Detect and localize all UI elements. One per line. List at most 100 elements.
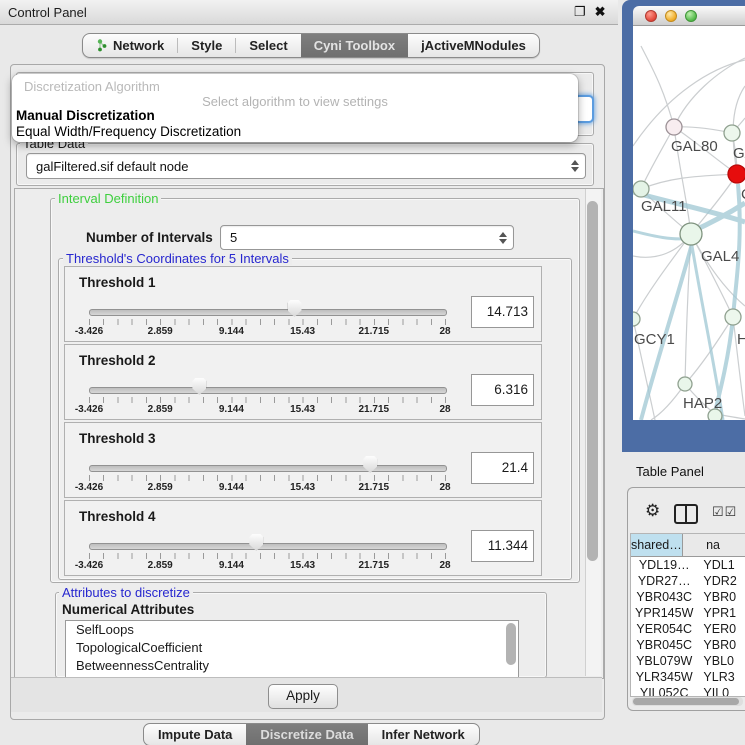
table-row[interactable]: YIL052CYIL0 (631, 685, 745, 697)
threshold-1-slider-track[interactable] (89, 309, 447, 316)
cell-name[interactable]: YLR3 (697, 669, 745, 685)
attribute-list-item[interactable]: TopologicalCoefficient (66, 639, 518, 657)
close-window-icon[interactable]: ✖ (595, 4, 606, 20)
network-canvas[interactable]: GAL80 GA C GAL11 GAL4 GCY1 H HAP2 (633, 26, 745, 420)
select-columns-icon[interactable]: ☑☑ (712, 504, 737, 520)
threshold-2-label: Threshold 2 (79, 353, 156, 368)
tab-network[interactable]: Network (83, 34, 177, 57)
node-label-gal80: GAL80 (671, 138, 718, 155)
cell-shared-name[interactable]: YPR145W (631, 605, 697, 621)
threshold-4-slider-track[interactable] (89, 543, 447, 550)
node-gcy1[interactable] (633, 312, 640, 326)
cell-name[interactable]: YBR0 (697, 589, 745, 605)
cell-name[interactable]: YER0 (697, 621, 745, 637)
cell-name[interactable]: YDL1 (697, 557, 745, 573)
network-window-titlebar[interactable] (633, 6, 745, 26)
node-gal4[interactable] (680, 223, 702, 245)
cell-shared-name[interactable]: YIL052C (631, 685, 697, 697)
node-label-gal11: GAL11 (641, 198, 687, 215)
threshold-3-tickbar (89, 475, 446, 481)
minimize-traffic-light-icon[interactable] (665, 10, 677, 22)
network-graph (633, 26, 745, 420)
column-header-name[interactable]: na (683, 534, 745, 556)
table-row[interactable]: YBL079WYBL0 (631, 653, 745, 669)
tab-style[interactable]: Style (178, 34, 235, 57)
zoom-traffic-light-icon[interactable] (685, 10, 697, 22)
cell-shared-name[interactable]: YBR045C (631, 637, 697, 653)
node-top-right[interactable] (724, 125, 740, 141)
threshold-3-slider-track[interactable] (89, 465, 447, 472)
tick-label: 2.859 (148, 560, 173, 571)
threshold-1-value-field[interactable]: 14.713 (471, 296, 534, 328)
table-horizontal-scrollbar[interactable] (632, 697, 743, 706)
threshold-1-label: Threshold 1 (79, 275, 156, 290)
threshold-2-value-field[interactable]: 6.316 (471, 374, 534, 406)
table-data-combobox[interactable]: galFiltered.sif default node (26, 153, 586, 179)
top-tabbar: Network Style Select Cyni Toolbox jActiv… (82, 33, 540, 58)
node-label-c-cut: C (741, 186, 745, 203)
attribute-list-item[interactable]: BetweennessCentrality (66, 657, 518, 675)
table-row[interactable]: YPR145WYPR1 (631, 605, 745, 621)
settings-vertical-scrollbar-thumb[interactable] (587, 201, 598, 561)
split-view-icon[interactable] (674, 504, 698, 524)
tab-select[interactable]: Select (236, 34, 300, 57)
cell-name[interactable]: YDR2 (697, 573, 745, 589)
table-row[interactable]: YDR27…YDR2 (631, 573, 745, 589)
table-row[interactable]: YER054CYER0 (631, 621, 745, 637)
float-window-icon[interactable]: ❐ (574, 4, 586, 20)
cell-name[interactable]: YBL0 (697, 653, 745, 669)
cell-name[interactable]: YPR1 (697, 605, 745, 621)
table-panel-title: Table Panel (636, 464, 704, 479)
attributes-list-scrollbar-thumb[interactable] (506, 623, 516, 665)
threshold-4-panel: Threshold 4 -3.4262.8599.14415.4321.7152… (64, 500, 542, 576)
node-gal11[interactable] (633, 181, 649, 197)
threshold-coordinates-group-label: Threshold's Coordinates for 5 Intervals (63, 252, 292, 265)
threshold-4-value-field[interactable]: 11.344 (471, 530, 534, 562)
cell-name[interactable]: YBR0 (697, 637, 745, 653)
tab-jactivemnodules-label: jActiveMNodules (421, 38, 526, 53)
table-row[interactable]: YBR045CYBR0 (631, 637, 745, 653)
bottom-tabbar: Impute Data Discretize Data Infer Networ… (143, 723, 480, 745)
tab-network-label: Network (113, 38, 164, 53)
table-row[interactable]: YBR043CYBR0 (631, 589, 745, 605)
gear-icon[interactable]: ⚙ (645, 502, 660, 519)
node-attribute-table[interactable]: shared… na YDL19…YDL1YDR27…YDR2YBR043CYB… (630, 533, 745, 697)
algorithm-option-manual[interactable]: Manual Discretization (16, 108, 155, 123)
node-gal80[interactable] (666, 119, 682, 135)
column-header-shared-name[interactable]: shared… (631, 534, 683, 556)
table-row[interactable]: YLR345WYLR3 (631, 669, 745, 685)
number-of-intervals-combobox[interactable]: 5 (220, 225, 514, 250)
tick-label: -3.426 (75, 404, 103, 415)
tab-jactivemnodules[interactable]: jActiveMNodules (408, 34, 539, 57)
number-of-intervals-label: Number of Intervals (86, 230, 213, 245)
tick-label: 2.859 (148, 404, 173, 415)
tick-label: 9.144 (219, 482, 244, 493)
cell-shared-name[interactable]: YER054C (631, 621, 697, 637)
table-horizontal-scrollbar-thumb[interactable] (633, 698, 739, 705)
close-traffic-light-icon[interactable] (645, 10, 657, 22)
threshold-2-slider-track[interactable] (89, 387, 447, 394)
cell-shared-name[interactable]: YDR27… (631, 573, 697, 589)
cell-shared-name[interactable]: YDL19… (631, 557, 697, 573)
cell-shared-name[interactable]: YBL079W (631, 653, 697, 669)
numerical-attributes-list[interactable]: SelfLoopsTopologicalCoefficientBetweenne… (65, 620, 519, 678)
tab-cyni-toolbox[interactable]: Cyni Toolbox (301, 34, 408, 57)
apply-button[interactable]: Apply (268, 684, 338, 709)
threshold-3-value-field[interactable]: 21.4 (471, 452, 534, 484)
attribute-list-item[interactable]: SelfLoops (66, 621, 518, 639)
tab-impute-data[interactable]: Impute Data (144, 724, 246, 745)
cell-name[interactable]: YIL0 (697, 685, 745, 697)
algorithm-option-equal-width[interactable]: Equal Width/Frequency Discretization (16, 124, 241, 139)
discretization-algorithm-group-label: Discretization Algorithm (24, 79, 160, 94)
tab-discretize-data[interactable]: Discretize Data (246, 724, 367, 745)
window-controls: ❐ ✖ (574, 4, 615, 20)
cell-shared-name[interactable]: YLR345W (631, 669, 697, 685)
node-hap2[interactable] (678, 377, 692, 391)
node-h[interactable] (725, 309, 741, 325)
node-label-h-cut: H (737, 331, 745, 348)
node-label-ga-cut: GA (733, 145, 745, 162)
tab-infer-network[interactable]: Infer Network (368, 724, 479, 745)
cell-shared-name[interactable]: YBR043C (631, 589, 697, 605)
node-red-selected[interactable] (728, 165, 745, 183)
table-row[interactable]: YDL19…YDL1 (631, 557, 745, 573)
